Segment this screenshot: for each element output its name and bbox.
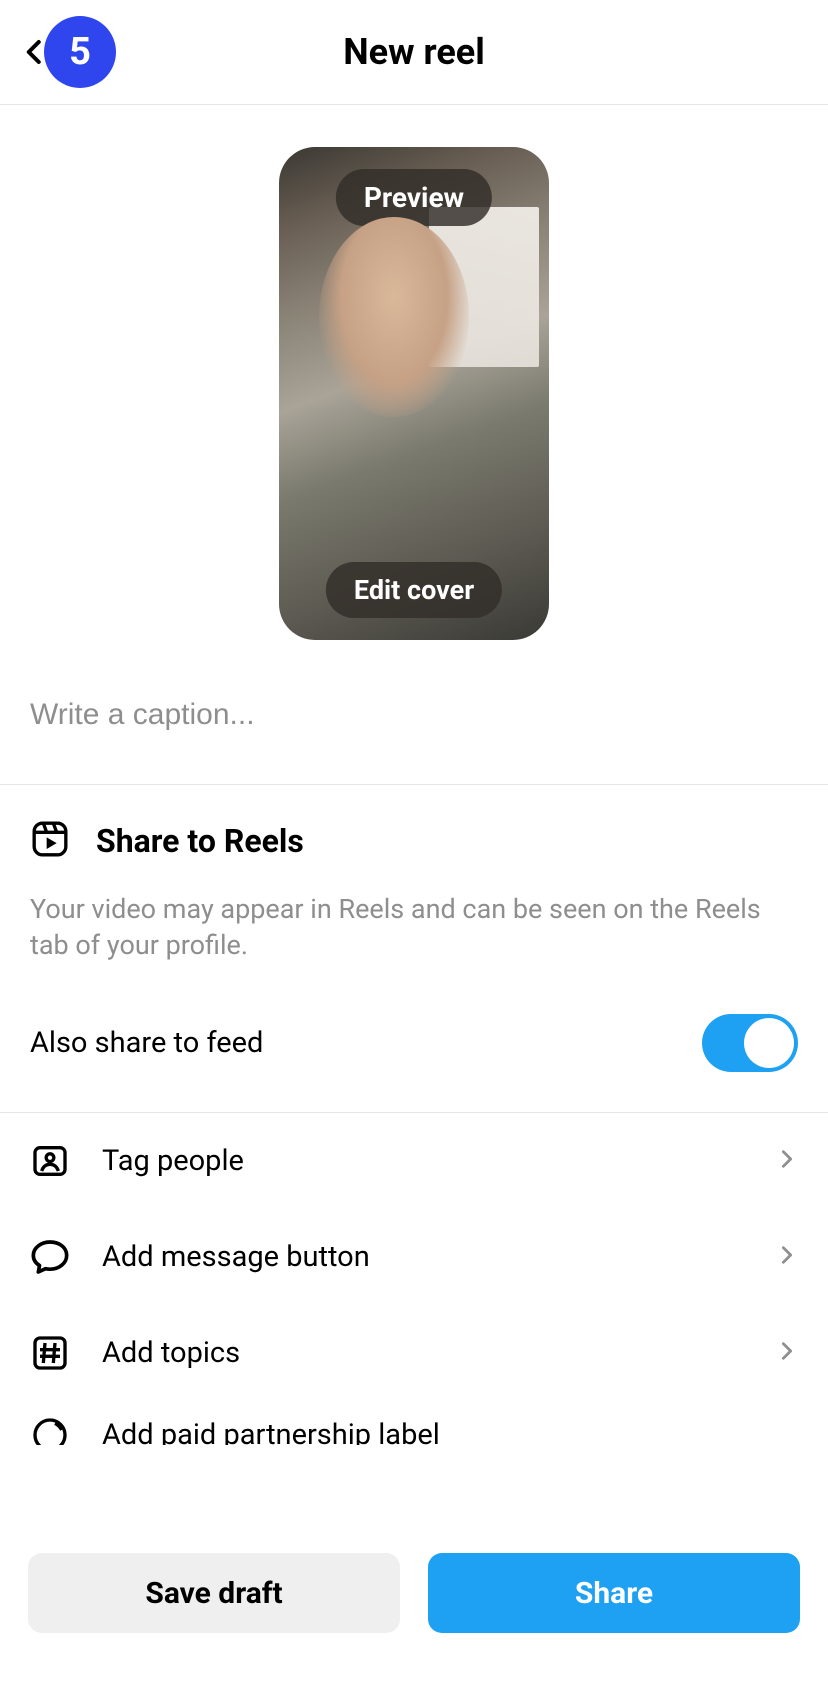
tag-people-row[interactable]: Tag people xyxy=(0,1113,828,1209)
share-to-reels-description: Your video may appear in Reels and can b… xyxy=(30,891,798,964)
tag-people-icon xyxy=(30,1141,70,1181)
share-to-feed-label: Also share to feed xyxy=(30,1026,263,1060)
chevron-right-icon xyxy=(776,1340,798,1366)
hashtag-icon xyxy=(30,1333,70,1373)
chevron-right-icon xyxy=(776,1148,798,1174)
save-draft-button[interactable]: Save draft xyxy=(28,1553,400,1633)
preview-area: Preview Edit cover xyxy=(0,105,828,640)
message-icon xyxy=(30,1237,70,1277)
share-to-feed-toggle[interactable] xyxy=(702,1014,798,1072)
paid-partnership-icon xyxy=(30,1415,70,1445)
share-to-reels-title: Share to Reels xyxy=(96,822,304,860)
preview-button[interactable]: Preview xyxy=(336,169,492,226)
reel-cover-thumbnail[interactable]: Preview Edit cover xyxy=(279,147,549,640)
share-button[interactable]: Share xyxy=(428,1553,800,1633)
add-message-button-row[interactable]: Add message button xyxy=(0,1209,828,1305)
share-to-feed-row: Also share to feed xyxy=(0,972,828,1112)
add-paid-partnership-row[interactable]: Add paid partnership label xyxy=(0,1401,828,1445)
add-topics-label: Add topics xyxy=(102,1336,744,1370)
share-to-reels-section: Share to Reels Your video may appear in … xyxy=(0,785,828,972)
edit-cover-button[interactable]: Edit cover xyxy=(326,562,502,618)
footer: Save draft Share xyxy=(0,1525,828,1693)
header: 5 New reel xyxy=(0,0,828,105)
add-paid-partnership-label: Add paid partnership label xyxy=(102,1418,440,1445)
add-topics-row[interactable]: Add topics xyxy=(0,1305,828,1401)
tag-people-label: Tag people xyxy=(102,1144,744,1178)
add-message-button-label: Add message button xyxy=(102,1240,744,1274)
caption-area xyxy=(0,640,828,784)
page-title: New reel xyxy=(0,31,828,73)
chevron-right-icon xyxy=(776,1244,798,1270)
reels-icon xyxy=(30,819,70,863)
caption-input[interactable] xyxy=(30,698,798,732)
step-badge: 5 xyxy=(44,16,116,88)
